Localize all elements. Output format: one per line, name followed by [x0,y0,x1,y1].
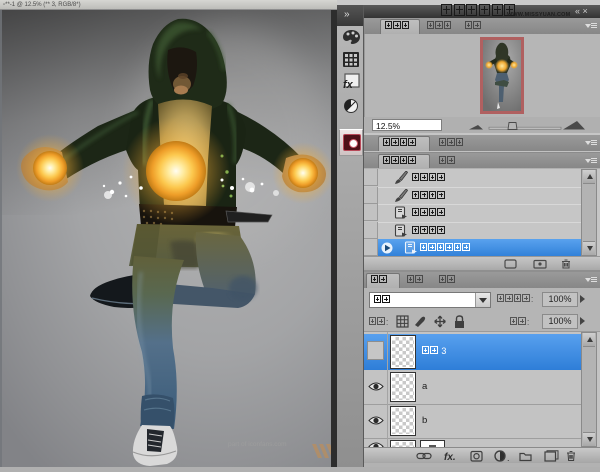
svg-text:fx: fx [343,79,354,90]
svg-text:.: . [507,453,510,462]
svg-text:fx.: fx. [444,452,456,462]
svg-text:part of iconfans.com: part of iconfans.com [228,441,287,448]
